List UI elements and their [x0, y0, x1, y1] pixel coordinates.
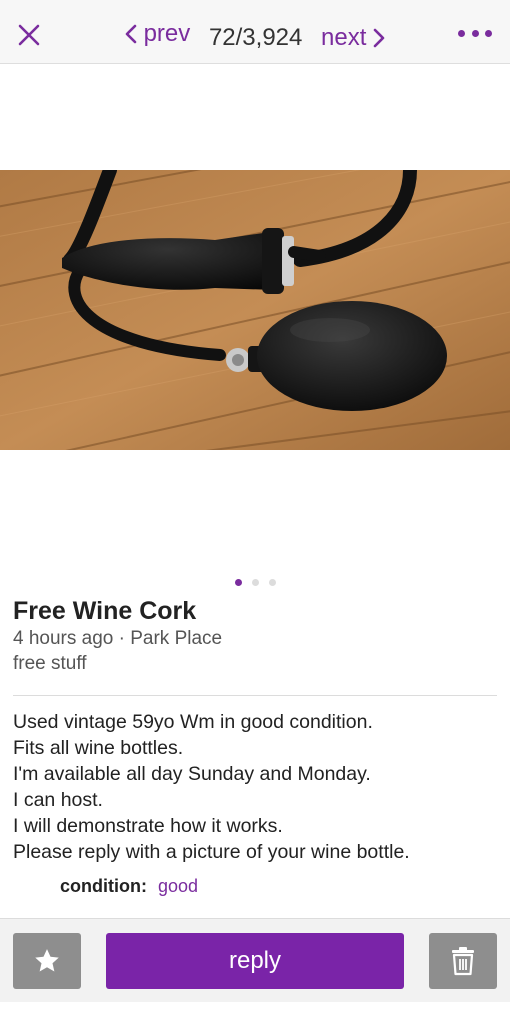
description-line: Please reply with a picture of your wine… [13, 841, 410, 863]
divider [13, 695, 497, 696]
favorite-button[interactable] [13, 933, 81, 989]
gallery-dot-active[interactable] [234, 579, 242, 586]
chevron-left-icon [125, 24, 136, 44]
next-button[interactable]: next [321, 22, 386, 54]
more-options-icon[interactable] [458, 26, 492, 40]
prev-button[interactable]: prev [124, 18, 191, 50]
pager: prev 72/3,924 next [0, 18, 510, 54]
gallery-dot[interactable] [251, 579, 259, 586]
condition-label: condition: [60, 876, 147, 896]
reply-button[interactable]: reply [106, 933, 404, 989]
description-line: Fits all wine bottles. [13, 737, 184, 759]
listing-category: free stuff [13, 653, 87, 674]
star-icon [35, 949, 59, 972]
listing-description: Used vintage 59yo Wm in good condition. … [13, 709, 503, 865]
description-line: I can host. [13, 789, 103, 811]
trash-icon [452, 947, 474, 976]
condition-value[interactable]: good [158, 876, 198, 896]
listing-title: Free Wine Cork [13, 597, 197, 625]
top-nav-bar: prev 72/3,924 next [0, 0, 510, 64]
gallery-indicator [0, 579, 510, 586]
listing-meta: 4 hours ago · Park Place [13, 628, 223, 649]
listing-position: 72/3,924 [208, 24, 303, 51]
description-line: Used vintage 59yo Wm in good condition. [13, 711, 373, 733]
dot [471, 29, 479, 37]
dot [458, 29, 465, 37]
prev-label: prev [143, 20, 191, 47]
image-gallery[interactable] [0, 64, 510, 594]
description-line: I'm available all day Sunday and Monday. [13, 763, 371, 785]
listing-photo[interactable] [0, 170, 510, 450]
chevron-right-icon [374, 28, 385, 48]
description-line: I will demonstrate how it works. [13, 815, 283, 837]
dot [485, 29, 492, 37]
action-bar: reply [0, 918, 510, 1002]
gallery-dot[interactable] [268, 579, 276, 586]
next-label: next [321, 24, 367, 51]
condition-attribute: condition: good [60, 876, 198, 897]
delete-button[interactable] [429, 933, 497, 989]
